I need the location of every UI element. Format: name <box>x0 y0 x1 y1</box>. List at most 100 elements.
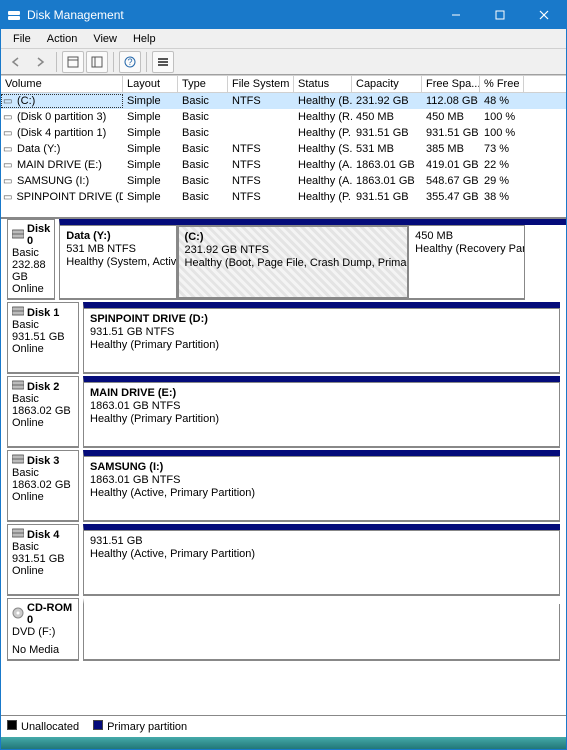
disk-title: Disk 1 <box>27 307 59 319</box>
col-pct[interactable]: % Free <box>480 76 524 92</box>
col-layout[interactable]: Layout <box>123 76 178 92</box>
disk-icon <box>12 454 24 467</box>
col-type[interactable]: Type <box>178 76 228 92</box>
menu-file[interactable]: File <box>5 31 39 47</box>
legend-unallocated: Unallocated <box>7 720 79 733</box>
volume-name: SAMSUNG (I:) <box>17 175 89 187</box>
disk-info-panel[interactable]: Disk 4Basic931.51 GBOnline <box>7 524 79 596</box>
disk-info-panel[interactable]: Disk 0Basic232.88 GBOnline <box>7 219 55 300</box>
minimize-button[interactable] <box>434 1 478 29</box>
partition-status: Healthy (Boot, Page File, Crash Dump, Pr… <box>185 257 402 269</box>
drive-icon: ▭ <box>3 160 13 171</box>
volume-row[interactable]: ▭(Disk 4 partition 1)SimpleBasicHealthy … <box>1 125 566 141</box>
svg-text:?: ? <box>127 57 132 67</box>
partition-empty <box>84 604 560 661</box>
partition-size: 450 MB <box>415 230 518 242</box>
volume-row[interactable]: ▭SAMSUNG (I:)SimpleBasicNTFSHealthy (A..… <box>1 173 566 189</box>
partition-status: Healthy (Active, Primary Partition) <box>90 487 553 499</box>
drive-icon: ▭ <box>3 176 13 187</box>
volume-row[interactable]: ▭(C:)SimpleBasicNTFSHealthy (B...231.92 … <box>1 93 566 109</box>
partition[interactable]: SPINPOINT DRIVE (D:)931.51 GB NTFSHealth… <box>84 308 560 374</box>
nav-forward-button[interactable] <box>29 51 51 73</box>
col-capacity[interactable]: Capacity <box>352 76 422 92</box>
partition-name: SPINPOINT DRIVE (D:) <box>90 313 553 325</box>
disk-status: No Media <box>12 644 74 656</box>
drive-icon: ▭ <box>3 112 13 123</box>
volume-name: Data (Y:) <box>17 143 60 155</box>
volume-row[interactable]: ▭Data (Y:)SimpleBasicNTFSHealthy (S...53… <box>1 141 566 157</box>
disk-title: Disk 3 <box>27 455 59 467</box>
disk-block: Disk 0Basic232.88 GBOnlineData (Y:)531 M… <box>7 219 560 300</box>
disk-block: Disk 1Basic931.51 GBOnlineSPINPOINT DRIV… <box>7 302 560 374</box>
disk-icon <box>12 306 24 319</box>
disk-block: Disk 4Basic931.51 GBOnline931.51 GBHealt… <box>7 524 560 596</box>
toolbar-list-button[interactable] <box>152 51 174 73</box>
menu-action[interactable]: Action <box>39 31 86 47</box>
nav-back-button[interactable] <box>5 51 27 73</box>
disk-size: 931.51 GB <box>12 553 74 565</box>
disk-icon <box>12 229 24 242</box>
disk-title: Disk 4 <box>27 529 59 541</box>
drive-icon: ▭ <box>3 128 13 139</box>
partition-status: Healthy (Primary Partition) <box>90 413 553 425</box>
partition-size: 931.51 GB NTFS <box>90 326 553 338</box>
partition[interactable]: 450 MBHealthy (Recovery Partit <box>409 225 525 300</box>
close-button[interactable] <box>522 1 566 29</box>
disk-title: Disk 2 <box>27 381 59 393</box>
col-status[interactable]: Status <box>294 76 352 92</box>
col-fs[interactable]: File System <box>228 76 294 92</box>
volume-list: Volume Layout Type File System Status Ca… <box>1 75 566 219</box>
disk-partitions: SAMSUNG (I:)1863.01 GB NTFSHealthy (Acti… <box>83 450 560 522</box>
disk-partitions: SPINPOINT DRIVE (D:)931.51 GB NTFSHealth… <box>83 302 560 374</box>
disk-info-panel[interactable]: Disk 2Basic1863.02 GBOnline <box>7 376 79 448</box>
partition-status: Healthy (Primary Partition) <box>90 339 553 351</box>
disk-partitions <box>83 598 560 661</box>
disk-status: Online <box>12 491 74 503</box>
disk-info-panel[interactable]: Disk 3Basic1863.02 GBOnline <box>7 450 79 522</box>
partition-size: 1863.01 GB NTFS <box>90 474 553 486</box>
toolbar-help-button[interactable]: ? <box>119 51 141 73</box>
taskbar-sliver <box>1 737 566 749</box>
maximize-button[interactable] <box>478 1 522 29</box>
volume-row[interactable]: ▭SPINPOINT DRIVE (D:)SimpleBasicNTFSHeal… <box>1 189 566 205</box>
partition[interactable]: (C:)231.92 GB NTFSHealthy (Boot, Page Fi… <box>177 225 410 300</box>
volume-row[interactable]: ▭(Disk 0 partition 3)SimpleBasicHealthy … <box>1 109 566 125</box>
partition-size: 931.51 GB <box>90 535 553 547</box>
menubar: File Action View Help <box>1 29 566 49</box>
menu-view[interactable]: View <box>85 31 125 47</box>
partition[interactable]: SAMSUNG (I:)1863.01 GB NTFSHealthy (Acti… <box>84 456 560 522</box>
toolbar-btn-1[interactable] <box>62 51 84 73</box>
disk-info-panel[interactable]: CD-ROM 0DVD (F:)No Media <box>7 598 79 661</box>
disk-status: Online <box>12 565 74 577</box>
disk-info-panel[interactable]: Disk 1Basic931.51 GBOnline <box>7 302 79 374</box>
volume-name: MAIN DRIVE (E:) <box>17 159 102 171</box>
col-volume[interactable]: Volume <box>1 76 123 92</box>
volume-name: SPINPOINT DRIVE (D:) <box>16 191 123 203</box>
col-free[interactable]: Free Spa... <box>422 76 480 92</box>
partition-name: Data (Y:) <box>66 230 169 242</box>
disk-type: Basic <box>12 467 74 479</box>
window-title: Disk Management <box>27 8 124 22</box>
disk-type: Basic <box>12 541 74 553</box>
titlebar[interactable]: Disk Management <box>1 1 566 29</box>
legend: Unallocated Primary partition <box>1 715 566 737</box>
volume-row[interactable]: ▭MAIN DRIVE (E:)SimpleBasicNTFSHealthy (… <box>1 157 566 173</box>
menu-help[interactable]: Help <box>125 31 164 47</box>
partition[interactable]: 931.51 GBHealthy (Active, Primary Partit… <box>84 530 560 596</box>
partition[interactable]: MAIN DRIVE (E:)1863.01 GB NTFSHealthy (P… <box>84 382 560 448</box>
disk-size: 1863.02 GB <box>12 479 74 491</box>
disk-title: Disk 0 <box>27 223 50 247</box>
partition-name: MAIN DRIVE (E:) <box>90 387 553 399</box>
disk-graphical-view: Disk 0Basic232.88 GBOnlineData (Y:)531 M… <box>1 219 566 715</box>
partition-size: 231.92 GB NTFS <box>185 244 402 256</box>
partition-status: Healthy (Recovery Partit <box>415 243 518 255</box>
drive-icon: ▭ <box>3 144 13 155</box>
partition[interactable]: Data (Y:)531 MB NTFSHealthy (System, Act… <box>60 225 176 300</box>
disk-type: DVD (F:) <box>12 626 74 638</box>
disk-icon <box>12 528 24 541</box>
disk-partitions: 931.51 GBHealthy (Active, Primary Partit… <box>83 524 560 596</box>
partition-name: SAMSUNG (I:) <box>90 461 553 473</box>
partition-size: 531 MB NTFS <box>66 243 169 255</box>
toolbar-btn-2[interactable] <box>86 51 108 73</box>
partition-name: (C:) <box>185 231 402 243</box>
